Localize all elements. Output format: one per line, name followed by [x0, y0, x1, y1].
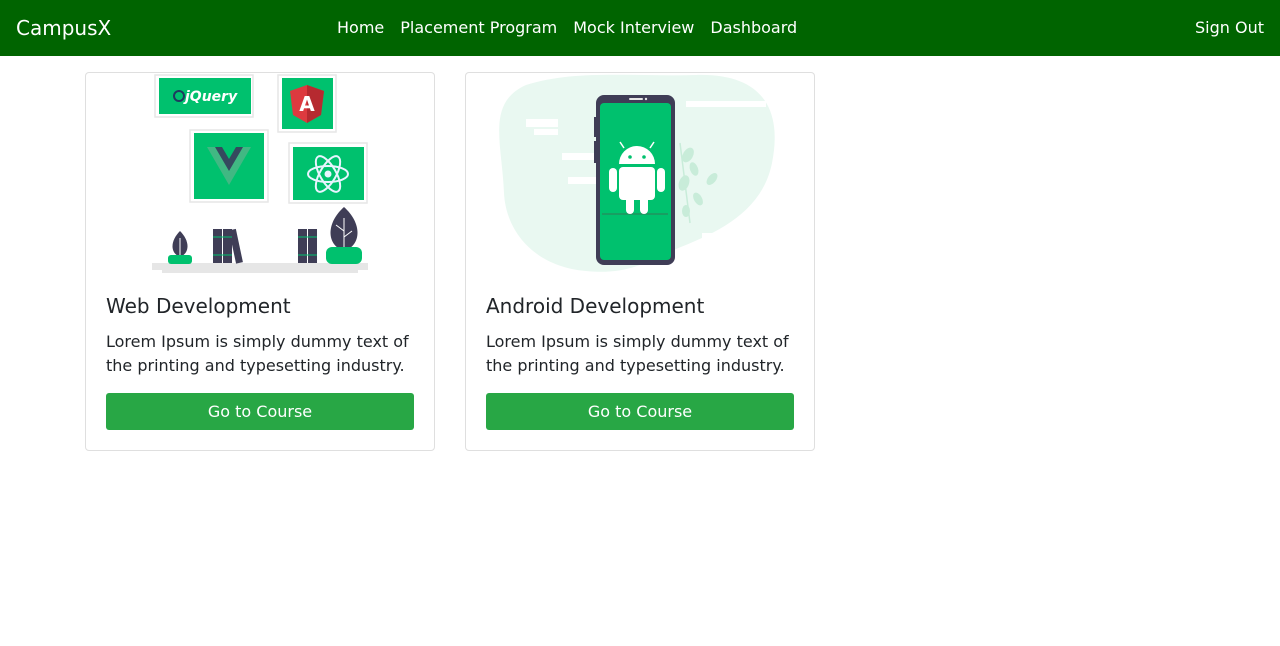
brand-logo[interactable]: CampusX — [16, 15, 111, 41]
course-description: Lorem Ipsum is simply dummy text of the … — [486, 332, 789, 375]
course-card-web-development: jQuery A Web Development Lorem Ipsum is … — [85, 72, 435, 451]
sign-out-link[interactable]: Sign Out — [1195, 16, 1264, 40]
plant-icon — [168, 231, 192, 264]
nav-link-placement-program[interactable]: Placement Program — [392, 16, 565, 40]
plant-icon — [326, 207, 362, 264]
course-title: Android Development — [486, 294, 705, 318]
angular-logo-icon: A — [277, 74, 337, 133]
course-image-android-development — [466, 73, 814, 274]
react-logo-icon — [288, 142, 368, 204]
nav-links: Home Placement Program Mock Interview Da… — [329, 0, 805, 56]
nav-link-dashboard[interactable]: Dashboard — [702, 16, 805, 40]
go-to-course-button-android-development[interactable]: Go to Course — [486, 393, 794, 430]
nav-link-home[interactable]: Home — [329, 16, 392, 40]
navbar: CampusX Home Placement Program Mock Inte… — [0, 0, 1280, 56]
svg-text:jQuery: jQuery — [183, 89, 238, 105]
course-card-android-development: Android Development Lorem Ipsum is simpl… — [465, 72, 815, 451]
course-title: Web Development — [106, 294, 291, 318]
android-development-illustration — [499, 74, 775, 272]
nav-link-mock-interview[interactable]: Mock Interview — [565, 16, 702, 40]
books-icon — [213, 228, 243, 264]
jquery-logo-icon: jQuery — [154, 74, 254, 118]
web-development-illustration: jQuery A — [152, 74, 368, 273]
course-description: Lorem Ipsum is simply dummy text of the … — [106, 332, 409, 375]
books-icon — [298, 229, 317, 263]
go-to-course-button-web-development[interactable]: Go to Course — [106, 393, 414, 430]
shelf — [152, 263, 368, 270]
vue-logo-icon — [189, 129, 269, 203]
course-image-web-development: jQuery A — [86, 73, 434, 274]
svg-text:A: A — [299, 92, 315, 116]
